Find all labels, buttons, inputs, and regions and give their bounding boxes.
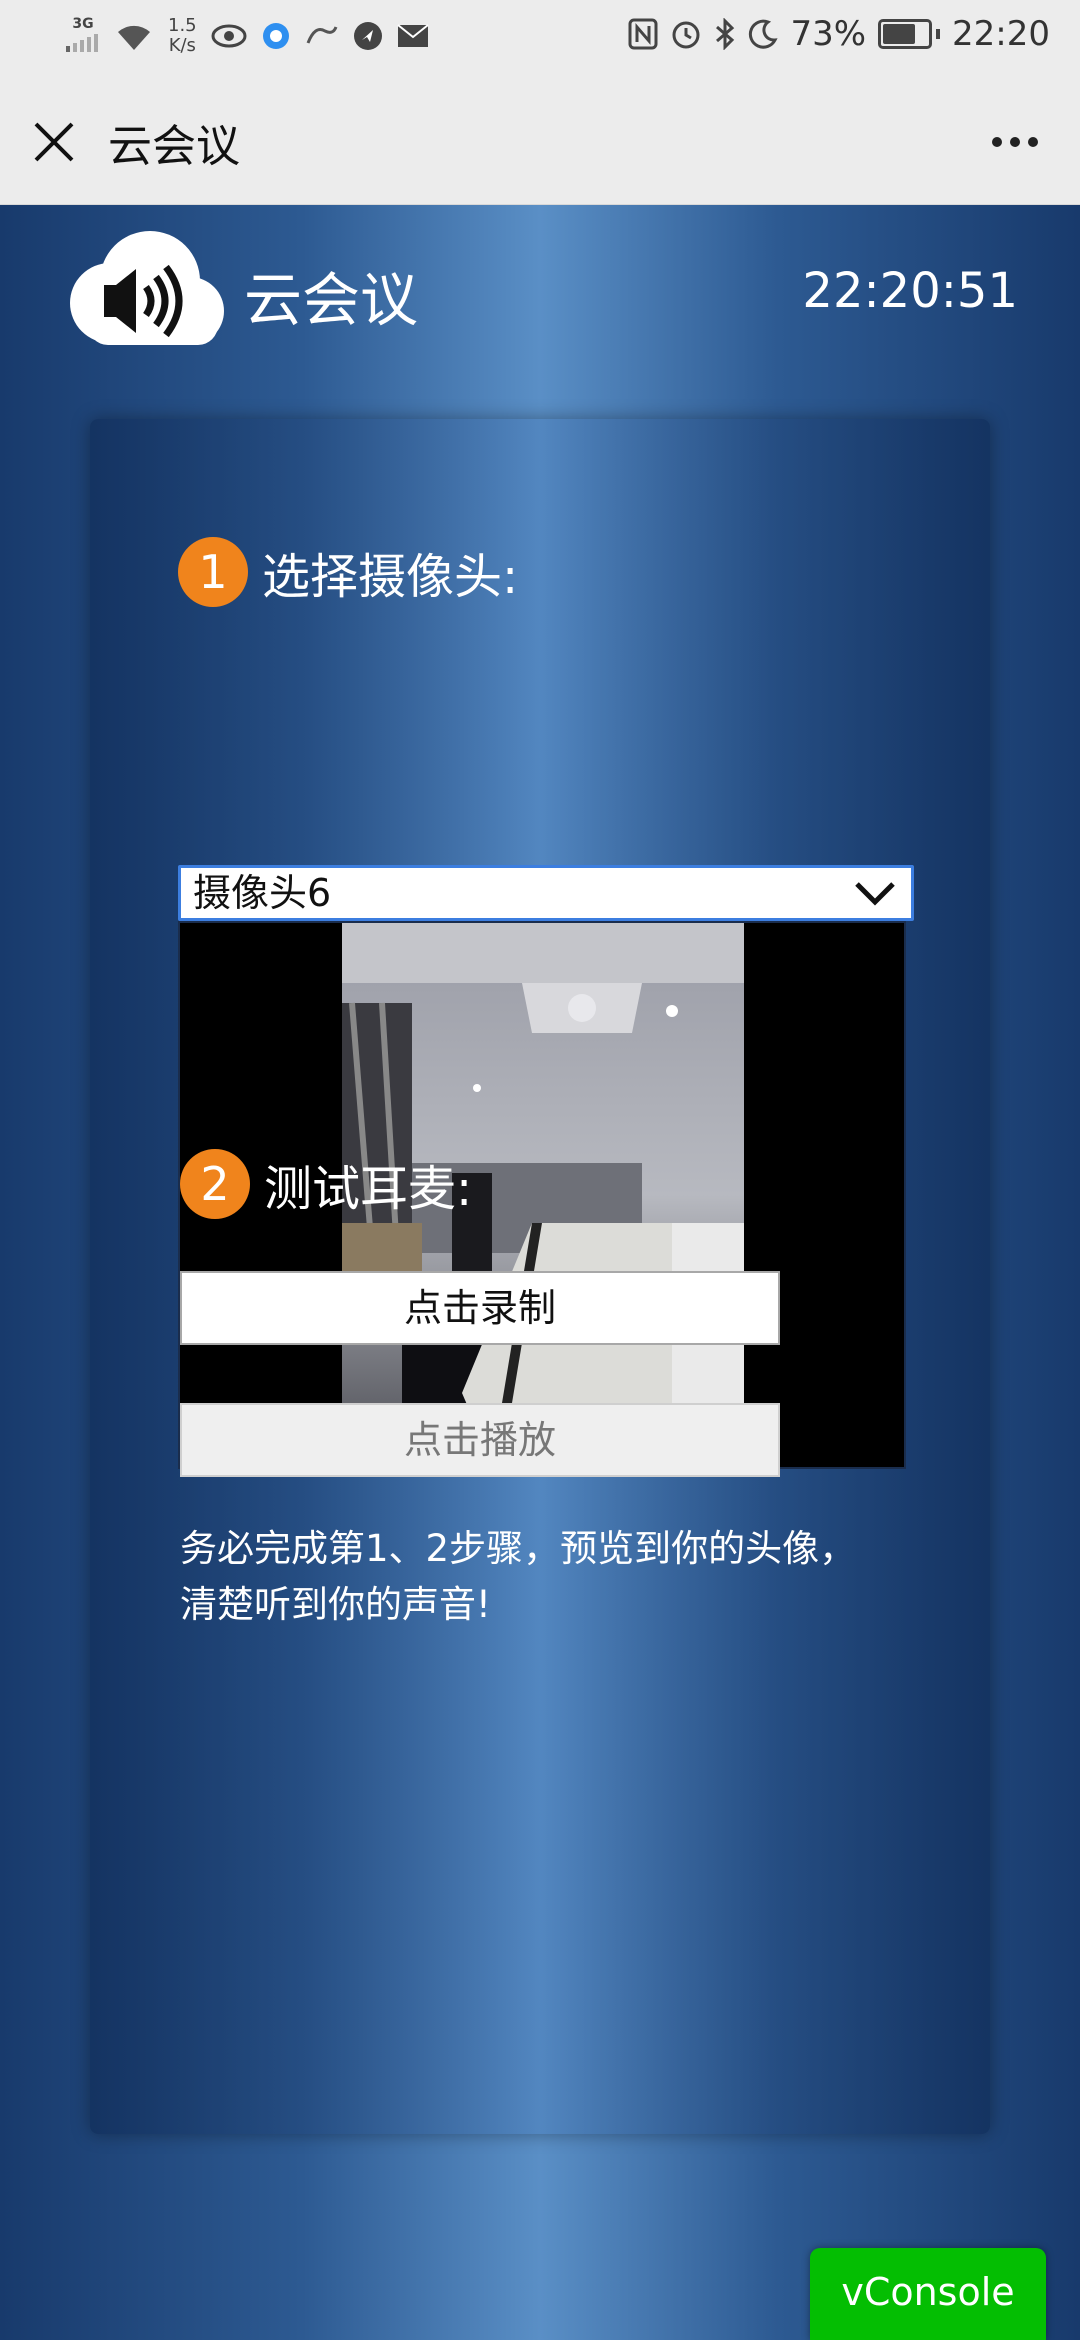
battery-percent: 73% xyxy=(790,14,867,54)
step-1-heading: 1 选择摄像头: xyxy=(178,537,518,607)
chevron-down-icon xyxy=(855,882,895,906)
moon-icon xyxy=(749,19,779,49)
location-icon xyxy=(353,21,382,50)
status-right: 73% 22:20 xyxy=(628,14,1050,54)
more-icon-dot xyxy=(1028,137,1038,147)
camera-select-value: 摄像头6 xyxy=(193,871,332,915)
network-type-indicator: 3G xyxy=(66,14,100,57)
more-button[interactable] xyxy=(988,122,1048,162)
instruction-line-2: 清楚听到你的声音! xyxy=(180,1583,491,1626)
meeting-clock: 22:20:51 xyxy=(802,263,1018,319)
app-notification-icon xyxy=(306,25,338,44)
bluetooth-icon xyxy=(716,18,735,50)
status-bar: 3G 1.5 K/s 73% 22:20 xyxy=(0,0,1080,72)
battery-fill xyxy=(883,24,916,44)
battery-indicator xyxy=(878,19,941,49)
step-2-badge: 2 xyxy=(180,1149,250,1219)
instruction-text: 务必完成第1、2步骤，预览到你的头像， 清楚听到你的声音! xyxy=(180,1521,940,1633)
more-icon-dot xyxy=(992,137,1002,147)
play-button[interactable]: 点击播放 xyxy=(180,1403,780,1477)
more-icon-dot xyxy=(1010,137,1020,147)
close-button[interactable] xyxy=(24,112,84,172)
cloud-speaker-icon xyxy=(70,231,224,345)
battery-tip xyxy=(936,29,941,39)
vconsole-button[interactable]: vConsole xyxy=(810,2248,1046,2340)
meeting-page: 云会议 22:20:51 1 选择摄像头: 摄像头6 2 测试耳麦: 点击录制 … xyxy=(0,205,1080,2340)
page-title: 云会议 xyxy=(108,121,240,172)
network-type-label: 3G xyxy=(72,16,94,32)
status-left: 3G 1.5 K/s xyxy=(66,14,429,57)
nfc-icon xyxy=(628,18,658,50)
close-icon xyxy=(34,122,74,162)
battery-icon xyxy=(878,19,933,49)
network-speed-value: 1.5 xyxy=(168,14,197,36)
step-1-label: 选择摄像头: xyxy=(262,549,519,605)
camera-select[interactable]: 摄像头6 xyxy=(178,865,914,921)
title-bar: 云会议 xyxy=(0,72,1080,205)
device-test-panel: 1 选择摄像头: 摄像头6 2 测试耳麦: 点击录制 点击播放 务必完成第1、2… xyxy=(90,419,990,2134)
mail-icon xyxy=(397,23,429,47)
eye-icon xyxy=(211,24,247,47)
step-2-heading: 2 测试耳麦: xyxy=(180,1149,472,1219)
step-1-badge: 1 xyxy=(178,537,248,607)
app-name: 云会议 xyxy=(244,266,419,334)
instruction-line-1: 务必完成第1、2步骤，预览到你的头像， xyxy=(180,1527,857,1570)
status-time: 22:20 xyxy=(952,14,1050,54)
wifi-icon xyxy=(118,25,150,50)
network-speed-unit: K/s xyxy=(168,34,196,56)
record-button[interactable]: 点击录制 xyxy=(180,1271,780,1345)
network-speed: 1.5 K/s xyxy=(168,14,197,56)
browser-icon xyxy=(262,22,289,49)
step-2-label: 测试耳麦: xyxy=(264,1161,473,1217)
signal-icon xyxy=(66,34,98,52)
alarm-icon xyxy=(672,21,700,49)
